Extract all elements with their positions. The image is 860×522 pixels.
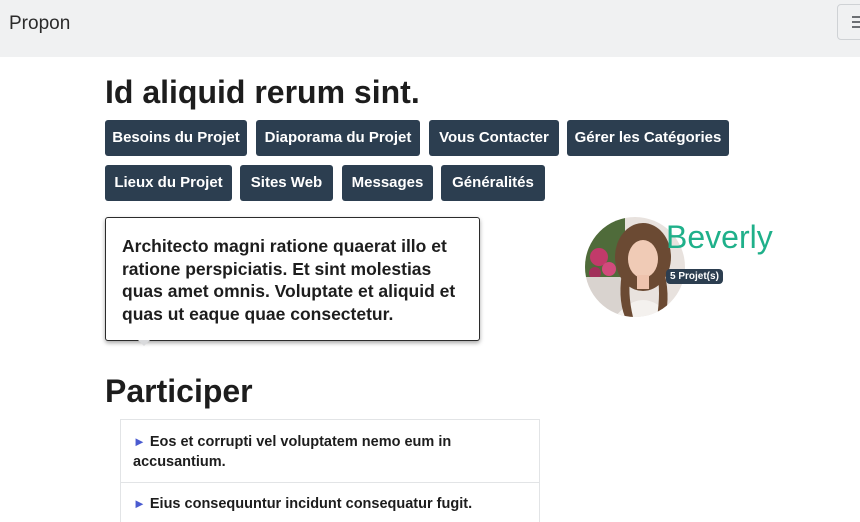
participate-heading: Participer xyxy=(105,373,253,409)
tab-diaporama-du-projet[interactable]: Diaporama du Projet xyxy=(256,120,420,156)
hamburger-icon-bar xyxy=(852,26,860,28)
tab-generalites[interactable]: Généralités xyxy=(441,165,545,201)
project-description: Architecto magni ratione quaerat illo et… xyxy=(122,236,456,324)
tab-sites-web[interactable]: Sites Web xyxy=(240,165,333,201)
list-item-label: Eius consequuntur incidunt consequatur f… xyxy=(149,496,473,512)
tab-besoins-du-projet[interactable]: Besoins du Projet xyxy=(105,120,247,156)
tab-vous-contacter[interactable]: Vous Contacter xyxy=(429,120,559,156)
owner-name[interactable]: Beverly xyxy=(666,219,773,256)
tab-messages[interactable]: Messages xyxy=(342,165,433,201)
card-tail xyxy=(138,340,150,346)
caret-right-icon: ► xyxy=(133,496,146,511)
list-item[interactable]: ► Eius consequuntur incidunt consequatur … xyxy=(121,494,539,514)
brand-logo[interactable]: Propon xyxy=(9,13,70,35)
hamburger-icon xyxy=(852,16,860,18)
participate-list: ► Eos et corrupti vel voluptatem nemo eum… xyxy=(120,419,540,522)
caret-right-icon: ► xyxy=(133,434,146,449)
menu-toggle-button[interactable] xyxy=(837,4,860,40)
hamburger-icon-bar xyxy=(852,21,860,23)
tab-gerer-les-categories[interactable]: Gérer les Catégories xyxy=(567,120,729,156)
list-item[interactable]: ► Eos et corrupti vel voluptatem nemo eum… xyxy=(121,432,539,472)
tab-lieux-du-projet[interactable]: Lieux du Projet xyxy=(105,165,232,201)
page-title: Id aliquid rerum sint. xyxy=(105,74,420,110)
divider xyxy=(121,482,539,483)
list-item-label: Eos et corrupti vel voluptatem nemo eum … xyxy=(133,434,452,470)
projects-count-badge: 5 Projet(s) xyxy=(666,269,723,284)
navbar: Propon xyxy=(0,0,860,57)
description-card: Architecto magni ratione quaerat illo et… xyxy=(105,217,480,346)
